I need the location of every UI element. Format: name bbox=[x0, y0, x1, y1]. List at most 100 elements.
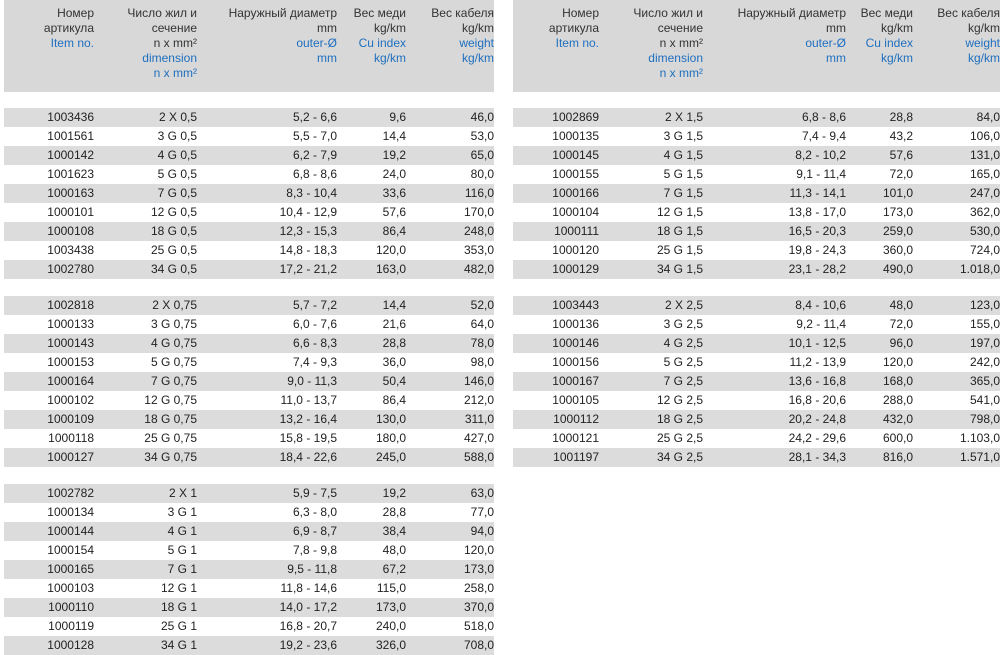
cell-item-no: 1000108 bbox=[47, 224, 94, 238]
cell-dimension: 7 G 2,5 bbox=[663, 374, 703, 388]
cell-dimension: 5 G 0,75 bbox=[150, 355, 197, 369]
table-row: 1000145 4 G 1,5 8,2 - 10,2 57,6 131,0 bbox=[513, 146, 1000, 165]
cell-weight: 518,0 bbox=[463, 619, 494, 633]
cell-outer-diameter: 6,9 - 8,7 bbox=[292, 524, 337, 538]
cell-cu-index: 115,0 bbox=[376, 581, 406, 595]
cell-item-no: 1000163 bbox=[47, 186, 94, 200]
header-en-line: kg/km bbox=[880, 51, 913, 65]
cell-outer-diameter: 9,2 - 11,4 bbox=[796, 317, 846, 331]
cell-cu-index: 120,0 bbox=[375, 243, 406, 257]
cell-cu-index: 101,0 bbox=[882, 186, 913, 200]
cell-outer-diameter: 8,3 - 10,4 bbox=[286, 186, 337, 200]
cell-outer-diameter: 8,4 - 10,6 bbox=[795, 298, 846, 312]
header-en-line: Cu index bbox=[865, 36, 913, 50]
cell-dimension: 3 G 0,75 bbox=[150, 317, 197, 331]
table-row: 1000135 3 G 1,5 7,4 - 9,4 43,2 106,0 bbox=[513, 127, 1000, 146]
cell-outer-diameter: 13,8 - 17,0 bbox=[788, 205, 846, 219]
cell-dimension: 7 G 0,5 bbox=[157, 186, 197, 200]
cell-dimension: 5 G 1,5 bbox=[663, 167, 703, 181]
cell-dimension: 4 G 0,75 bbox=[150, 336, 197, 350]
table-row: 1000120 25 G 1,5 19,8 - 24,3 360,0 724,0 bbox=[513, 241, 1000, 260]
table-row: 1000155 5 G 1,5 9,1 - 11,4 72,0 165,0 bbox=[513, 165, 1000, 184]
cell-weight: 173,0 bbox=[463, 562, 494, 576]
cell-outer-diameter: 24,2 - 29,6 bbox=[788, 431, 846, 445]
cell-weight: 1.018,0 bbox=[959, 262, 1000, 276]
header-ru-line: сечение bbox=[151, 21, 197, 35]
cell-weight: 106,0 bbox=[969, 129, 1000, 143]
cell-outer-diameter: 7,4 - 9,3 bbox=[292, 355, 337, 369]
cell-weight: 311,0 bbox=[464, 412, 494, 426]
header-en-line: Cu index bbox=[358, 36, 406, 50]
cell-dimension: 18 G 0,5 bbox=[150, 224, 197, 238]
cell-cu-index: 86,4 bbox=[382, 393, 406, 407]
table-header: Номер артикула Item no. Число жил и сечение n… bbox=[4, 0, 494, 92]
cell-cu-index: 24,0 bbox=[382, 167, 406, 181]
cell-outer-diameter: 6,8 - 8,6 bbox=[801, 110, 846, 124]
cell-dimension: 4 G 1 bbox=[167, 524, 197, 538]
header-en-line: outer-Ø bbox=[296, 36, 337, 50]
cell-cu-index: 360,0 bbox=[882, 243, 913, 257]
cell-outer-diameter: 9,0 - 11,3 bbox=[287, 374, 337, 388]
cell-outer-diameter: 6,3 - 8,0 bbox=[292, 505, 337, 519]
cell-weight: 365,0 bbox=[969, 374, 1000, 388]
cell-outer-diameter: 5,7 - 7,2 bbox=[292, 298, 337, 312]
cell-weight: 53,0 bbox=[470, 129, 494, 143]
cell-outer-diameter: 19,8 - 24,3 bbox=[788, 243, 846, 257]
cell-item-no: 1000165 bbox=[47, 562, 94, 576]
cell-item-no: 1001561 bbox=[47, 129, 94, 143]
cell-cu-index: 288,0 bbox=[882, 393, 913, 407]
cell-cu-index: 21,6 bbox=[382, 317, 406, 331]
cell-outer-diameter: 13,6 - 16,8 bbox=[788, 374, 846, 388]
table-row: 1000105 12 G 2,5 16,8 - 20,6 288,0 541,0 bbox=[513, 391, 1000, 410]
cell-cu-index: 180,0 bbox=[375, 431, 406, 445]
cell-outer-diameter: 10,1 - 12,5 bbox=[788, 336, 846, 350]
header-outer-diameter: Наружный диаметр mm outer-Ø mm bbox=[703, 0, 846, 92]
cell-dimension: 3 G 2,5 bbox=[663, 317, 703, 331]
cell-cu-index: 240,0 bbox=[375, 619, 406, 633]
header-en-line: outer-Ø bbox=[805, 36, 846, 50]
cell-item-no: 1000128 bbox=[47, 638, 94, 652]
table-row: 1000104 12 G 1,5 13,8 - 17,0 173,0 362,0 bbox=[513, 203, 1000, 222]
cell-dimension: 4 G 2,5 bbox=[663, 336, 703, 350]
cell-outer-diameter: 23,1 - 28,2 bbox=[788, 262, 846, 276]
cell-weight: 1.571,0 bbox=[959, 450, 1000, 464]
cell-weight: 541,0 bbox=[969, 393, 1000, 407]
cell-dimension: 12 G 0,5 bbox=[150, 205, 197, 219]
table-row: 1001197 34 G 2,5 28,1 - 34,3 816,0 1.571,0 bbox=[513, 448, 1000, 467]
cell-item-no: 1000156 bbox=[552, 355, 599, 369]
cell-item-no: 1003443 bbox=[552, 298, 599, 312]
cell-item-no: 1002780 bbox=[47, 262, 94, 276]
cell-item-no: 1000121 bbox=[552, 431, 599, 445]
cell-item-no: 1002818 bbox=[47, 298, 94, 312]
cell-dimension: 7 G 1 bbox=[167, 562, 197, 576]
table-row: 1000144 4 G 1 6,9 - 8,7 38,4 94,0 bbox=[4, 522, 494, 541]
cell-weight: 123,0 bbox=[969, 298, 1000, 312]
cell-dimension: 2 X 0,75 bbox=[152, 298, 197, 312]
table-row: 1000127 34 G 0,75 18,4 - 22,6 245,0 588,0 bbox=[4, 448, 494, 467]
cell-cu-index: 48,0 bbox=[889, 298, 913, 312]
cell-outer-diameter: 12,3 - 15,3 bbox=[279, 224, 337, 238]
cell-weight: 78,0 bbox=[470, 336, 494, 350]
cell-outer-diameter: 9,5 - 11,8 bbox=[287, 562, 337, 576]
header-ru-line: Вес кабеля bbox=[937, 6, 1000, 20]
table-row: 1000119 25 G 1 16,8 - 20,7 240,0 518,0 bbox=[4, 617, 494, 636]
header-ru-line: Число жил и bbox=[633, 6, 703, 20]
cell-weight: 146,0 bbox=[463, 374, 494, 388]
cell-cu-index: 28,8 bbox=[382, 336, 406, 350]
cell-dimension: 25 G 2,5 bbox=[656, 431, 703, 445]
cell-item-no: 1000142 bbox=[47, 148, 94, 162]
cell-cu-index: 19,2 bbox=[382, 486, 406, 500]
cell-cu-index: 14,4 bbox=[382, 298, 406, 312]
cell-dimension: 5 G 0,5 bbox=[157, 167, 197, 181]
cell-item-no: 1000127 bbox=[47, 450, 94, 464]
cell-dimension: 7 G 0,75 bbox=[150, 374, 197, 388]
cell-item-no: 1000167 bbox=[552, 374, 599, 388]
cell-item-no: 1002869 bbox=[552, 110, 599, 124]
cell-outer-diameter: 14,0 - 17,2 bbox=[279, 600, 337, 614]
header-en-line: weight bbox=[459, 36, 494, 50]
cell-dimension: 12 G 1,5 bbox=[656, 205, 703, 219]
header-ru-line: Наружный диаметр bbox=[228, 6, 337, 20]
cell-outer-diameter: 28,1 - 34,3 bbox=[788, 450, 846, 464]
cell-item-no: 1003436 bbox=[47, 110, 94, 124]
table-row: 1000112 18 G 2,5 20,2 - 24,8 432,0 798,0 bbox=[513, 410, 1000, 429]
